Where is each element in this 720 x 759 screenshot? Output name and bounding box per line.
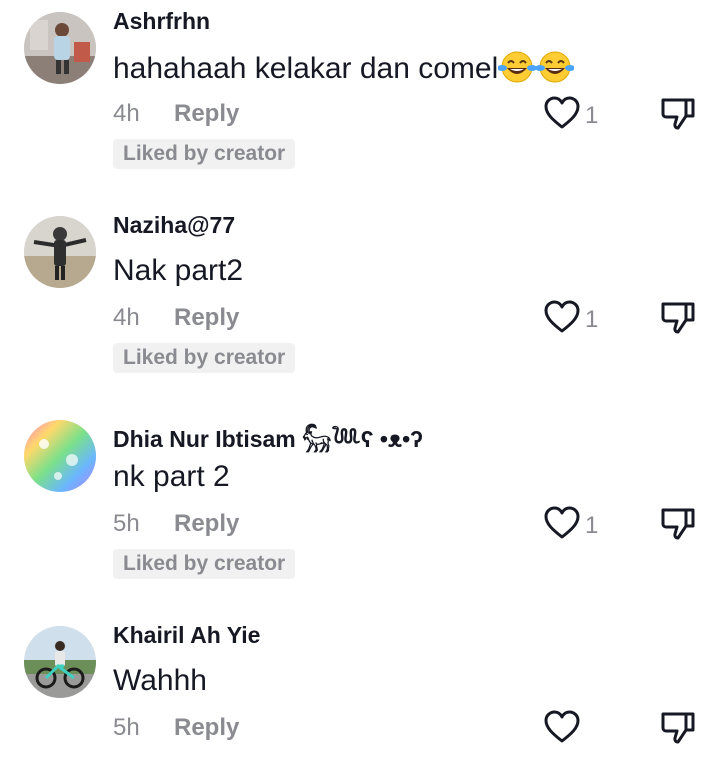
like-button[interactable]: 1 <box>543 300 598 339</box>
comment-text: hahahaah kelakar dan comel <box>113 50 576 92</box>
avatar[interactable] <box>24 216 96 288</box>
heart-outline-icon <box>543 506 581 545</box>
reply-button[interactable]: Reply <box>174 714 239 742</box>
comment-timestamp: 5h <box>113 714 140 741</box>
comment-username[interactable]: Naziha@77 <box>113 212 235 239</box>
like-count: 1 <box>585 305 599 333</box>
liked-by-creator-badge: Liked by creator <box>113 549 296 579</box>
comment-text-content: hahahaah kelakar dan comel <box>113 52 499 85</box>
like-button[interactable]: 1 <box>543 506 598 545</box>
reply-button[interactable]: Reply <box>174 510 239 538</box>
dislike-button[interactable] <box>660 300 696 341</box>
dislike-button[interactable] <box>660 96 696 137</box>
comment-text: nk part 2 <box>113 460 230 493</box>
like-count: 1 <box>585 511 599 539</box>
thumbs-down-icon <box>660 98 696 136</box>
heart-outline-icon <box>543 300 581 339</box>
liked-by-creator-badge: Liked by creator <box>113 139 296 169</box>
comment-text: Wahhh <box>113 664 207 697</box>
heart-outline-icon <box>543 710 581 749</box>
comment-username[interactable]: Ashrfrhn <box>113 8 210 35</box>
dislike-button[interactable] <box>660 506 696 547</box>
thumbs-down-icon <box>660 712 696 750</box>
tears-of-joy-emoji-icon <box>497 50 538 92</box>
comment-text: Nak part2 <box>113 254 244 287</box>
comment-timestamp: 5h <box>113 510 140 537</box>
comment-username[interactable]: Khairil Ah Yie <box>113 622 260 649</box>
like-button[interactable]: 1 <box>543 96 598 135</box>
avatar[interactable] <box>24 12 96 84</box>
reply-button[interactable]: Reply <box>174 100 239 128</box>
heart-outline-icon <box>543 96 581 135</box>
thumbs-down-icon <box>660 508 696 546</box>
reply-button[interactable]: Reply <box>174 304 239 332</box>
liked-by-creator-badge: Liked by creator <box>113 343 296 373</box>
thumbs-down-icon <box>660 302 696 340</box>
comment-timestamp: 4h <box>113 304 140 331</box>
tears-of-joy-emoji-icon <box>535 50 576 92</box>
like-button[interactable] <box>543 710 585 749</box>
like-count: 1 <box>585 101 599 129</box>
avatar[interactable] <box>24 626 96 698</box>
avatar[interactable] <box>24 420 96 492</box>
comment-username[interactable]: Dhia Nur Ibtisam 𓃵𓆙ʕ •ᴥ•ʔ <box>113 418 423 455</box>
comment-timestamp: 4h <box>113 100 140 127</box>
dislike-button[interactable] <box>660 710 696 751</box>
